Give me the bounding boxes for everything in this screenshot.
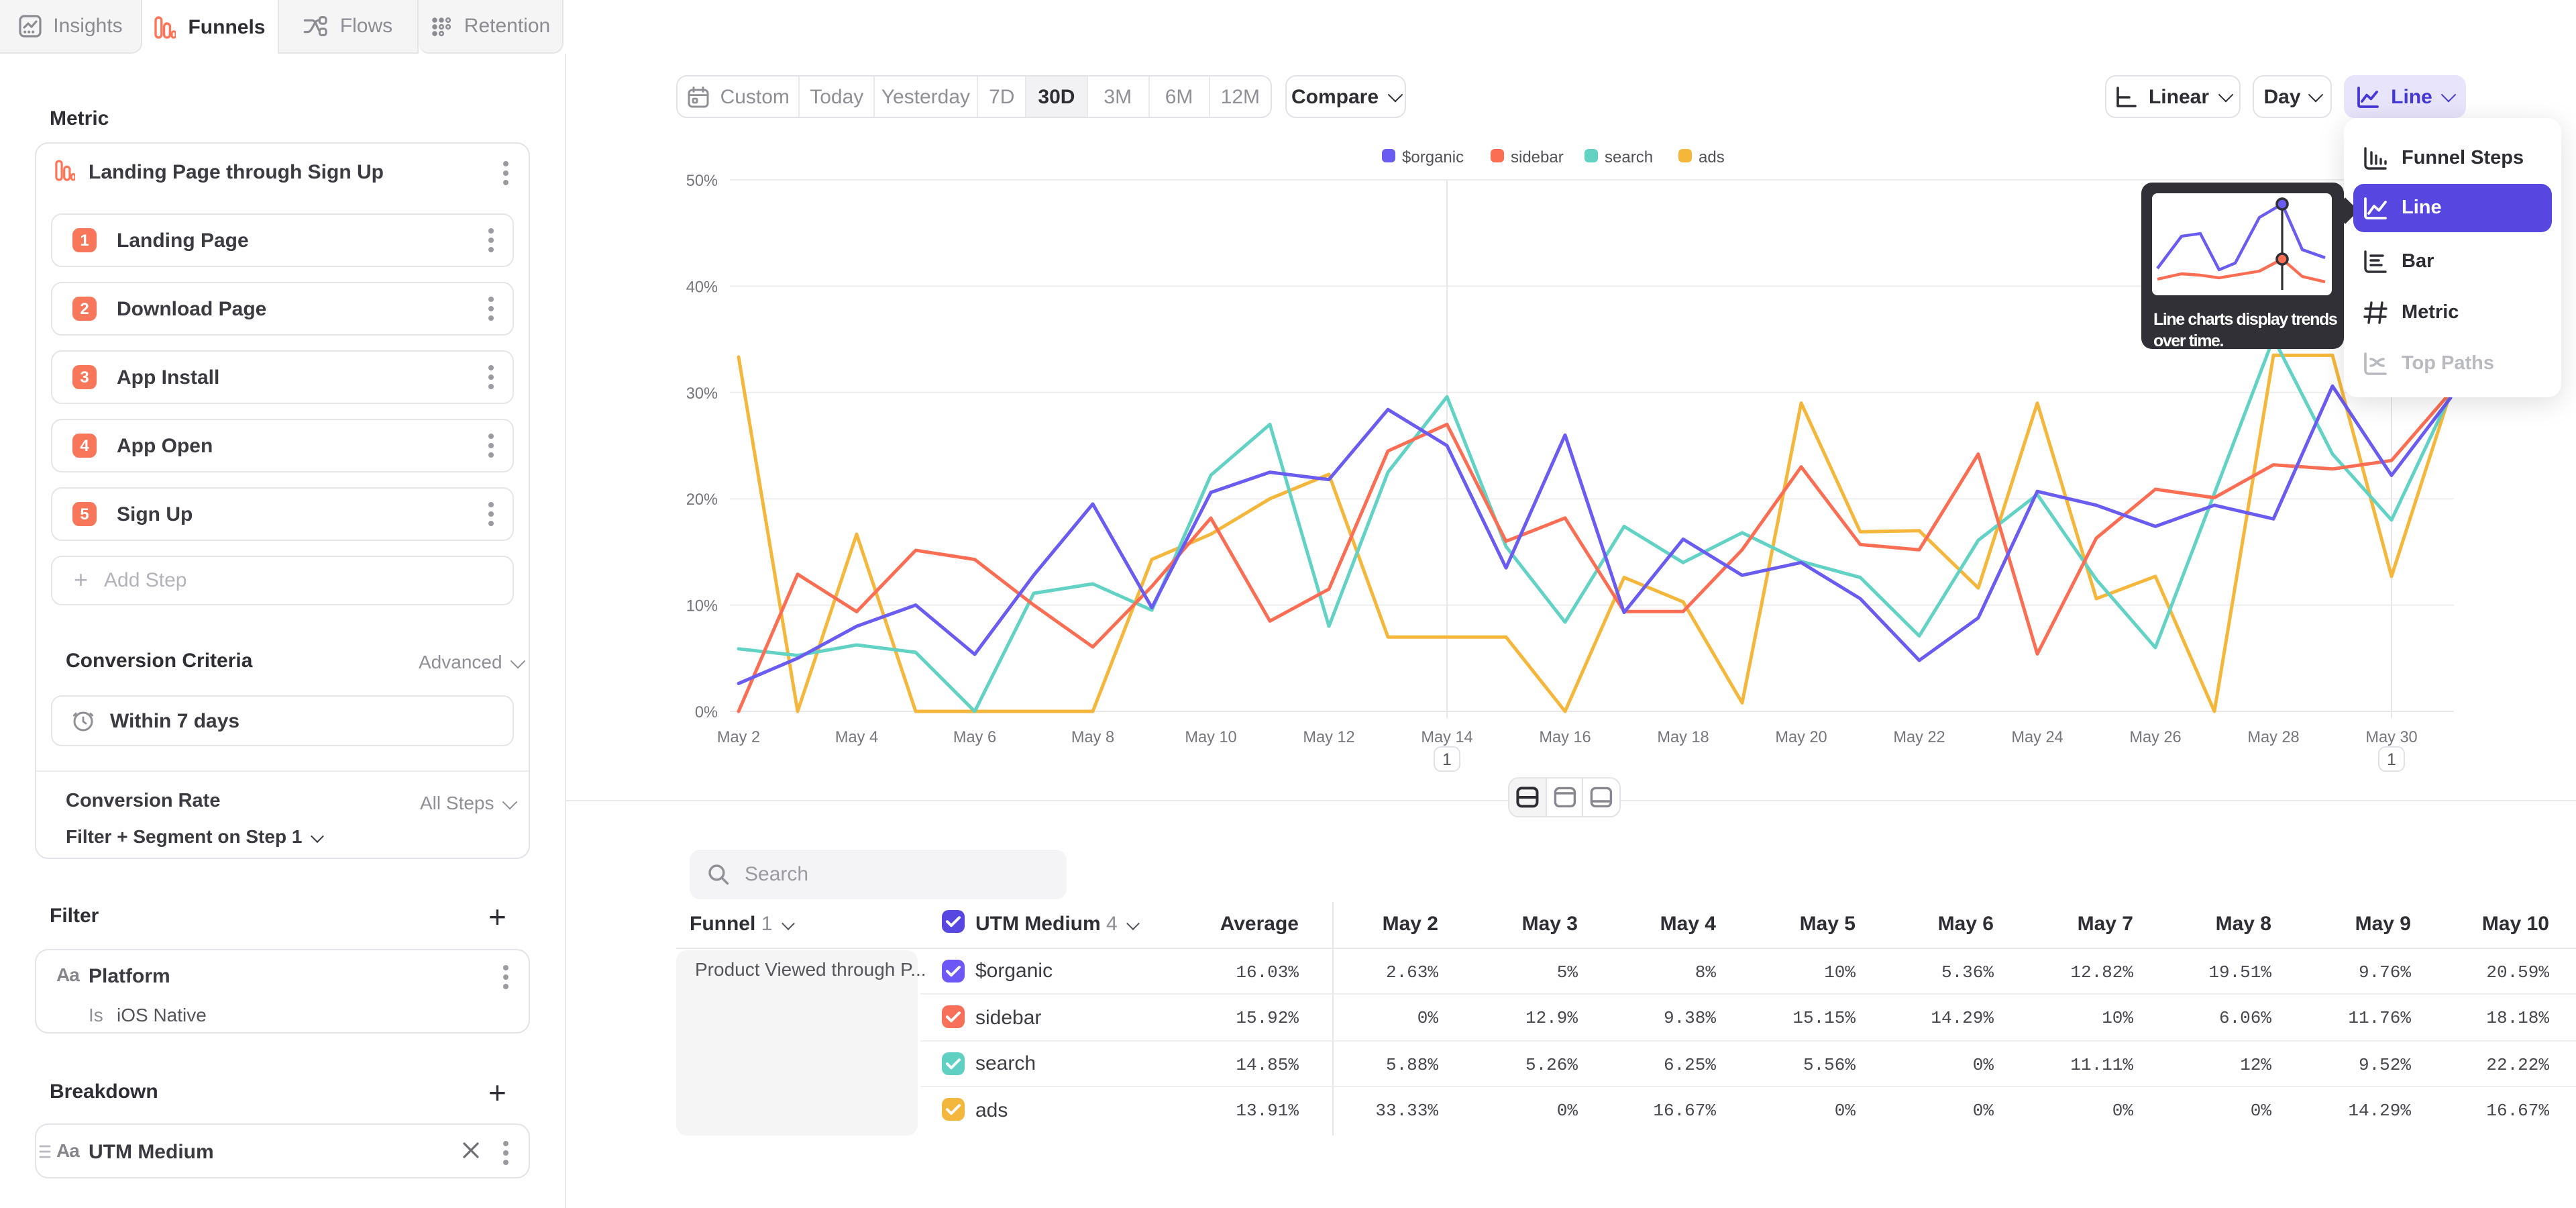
svg-text:$organic: $organic (1402, 148, 1464, 166)
svg-text:May 8: May 8 (1071, 729, 1114, 746)
svg-text:0%: 0% (695, 704, 718, 721)
svg-text:May 24: May 24 (2011, 729, 2063, 746)
svg-text:20%: 20% (686, 491, 718, 509)
svg-text:May 16: May 16 (1539, 729, 1591, 746)
svg-text:May 6: May 6 (953, 729, 996, 746)
svg-text:May 4: May 4 (835, 729, 878, 746)
svg-text:50%: 50% (686, 172, 718, 190)
svg-text:search: search (1605, 148, 1653, 166)
svg-text:1: 1 (1442, 750, 1452, 769)
svg-text:ads: ads (1699, 148, 1725, 166)
svg-text:May 22: May 22 (1893, 729, 1945, 746)
svg-text:1: 1 (2387, 750, 2396, 769)
svg-text:30%: 30% (686, 385, 718, 403)
svg-text:sidebar: sidebar (1511, 148, 1564, 166)
svg-text:40%: 40% (686, 279, 718, 296)
svg-text:May 2: May 2 (717, 729, 760, 746)
svg-text:May 14: May 14 (1421, 729, 1472, 746)
svg-text:May 10: May 10 (1185, 729, 1236, 746)
svg-text:May 28: May 28 (2247, 729, 2299, 746)
svg-text:May 30: May 30 (2365, 729, 2417, 746)
svg-text:May 26: May 26 (2129, 729, 2181, 746)
svg-text:10%: 10% (686, 598, 718, 615)
svg-text:May 20: May 20 (1775, 729, 1827, 746)
svg-text:May 18: May 18 (1657, 729, 1709, 746)
svg-text:May 12: May 12 (1303, 729, 1354, 746)
